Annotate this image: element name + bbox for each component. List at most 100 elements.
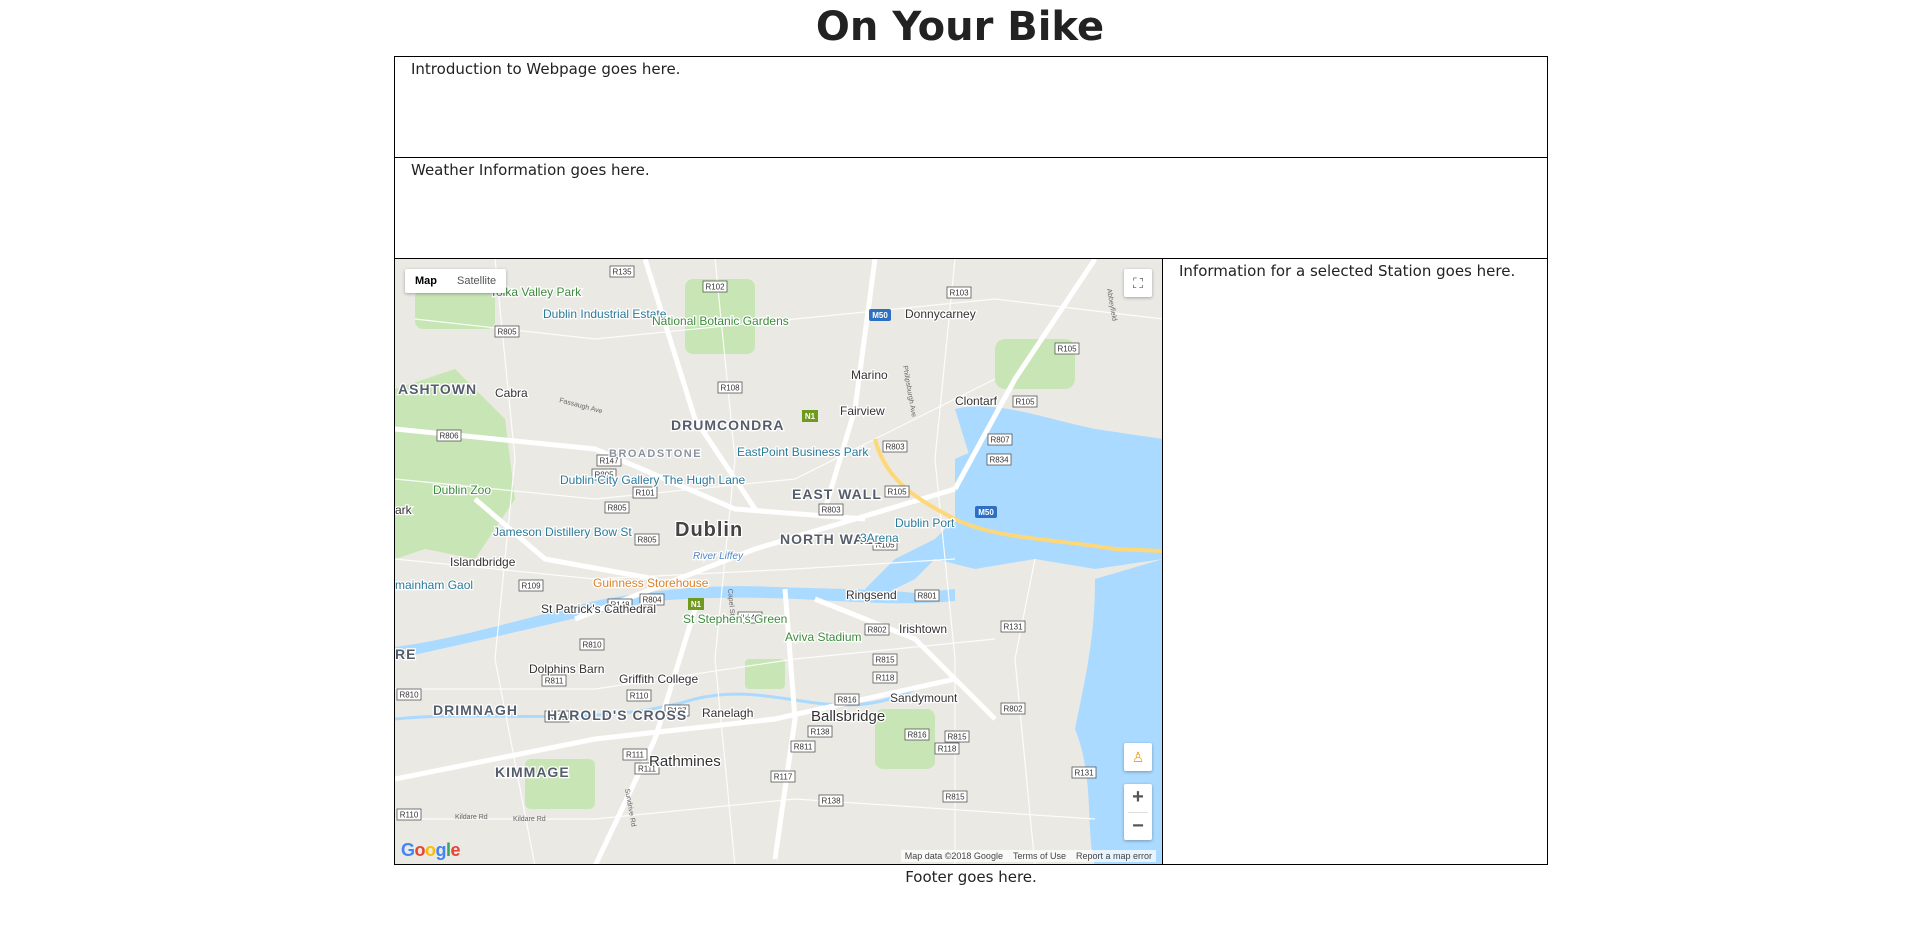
- map-label: 3Arena: [860, 531, 899, 545]
- svg-text:R109: R109: [521, 582, 541, 591]
- pegman-icon[interactable]: ♙: [1124, 743, 1152, 771]
- svg-text:R117: R117: [774, 773, 793, 782]
- road-shield: R109: [518, 579, 544, 592]
- street-label: Kildare Rd: [513, 816, 546, 823]
- weather-section: Weather Information goes here.: [394, 157, 1548, 259]
- svg-text:R101: R101: [635, 489, 655, 498]
- map-label: Fairview: [840, 404, 885, 418]
- map-attribution: Map data ©2018 Google Terms of Use Repor…: [900, 850, 1156, 862]
- road-shield: R805: [604, 501, 630, 514]
- google-logo: Google: [401, 840, 461, 861]
- road-shield: R108: [717, 381, 743, 394]
- road-shield: R138: [818, 794, 844, 807]
- map-label: River Liffey: [693, 551, 744, 562]
- map-label: EAST WALL: [792, 486, 882, 502]
- road-shield: R816: [834, 693, 860, 706]
- map-label: Donnycarney: [905, 307, 976, 321]
- svg-text:R807: R807: [990, 436, 1010, 445]
- map-label: Rathmines: [649, 753, 721, 770]
- map-label: RE: [395, 646, 416, 662]
- svg-text:N1: N1: [805, 412, 816, 421]
- svg-text:R118: R118: [876, 674, 895, 683]
- intro-text: Introduction to Webpage goes here.: [411, 60, 681, 78]
- map-label: BROADSTONE: [609, 448, 702, 460]
- map-label: Marino: [851, 368, 888, 382]
- map-canvas[interactable]: R135R102R103R805R108R806R147R805R101R805…: [395, 259, 1163, 864]
- svg-text:R105: R105: [1015, 398, 1035, 407]
- road-shield: R801: [914, 589, 940, 602]
- motorway-shield: M50: [869, 309, 891, 321]
- svg-text:R810: R810: [399, 691, 419, 700]
- svg-text:R802: R802: [867, 626, 887, 635]
- svg-text:R815: R815: [945, 793, 965, 802]
- svg-text:R803: R803: [885, 443, 905, 452]
- map-label: Irishtown: [899, 622, 947, 636]
- google-logo-letter: e: [450, 840, 461, 860]
- zoom-out-icon[interactable]: −: [1124, 813, 1152, 841]
- map-label: Griffith College: [619, 672, 698, 686]
- map-label: Aviva Stadium: [785, 630, 861, 644]
- road-shield: R105: [1012, 395, 1038, 408]
- svg-text:R105: R105: [1057, 345, 1077, 354]
- svg-text:R102: R102: [705, 283, 725, 292]
- road-shield: R138: [807, 725, 833, 738]
- road-shield: R803: [818, 503, 844, 516]
- map-container[interactable]: R135 R102 R103 R805 R108 R806 R147 R805 R101 R805…: [395, 259, 1163, 864]
- svg-text:R834: R834: [989, 456, 1009, 465]
- road-shield: R811: [790, 740, 816, 753]
- google-logo-letter: o: [414, 840, 426, 860]
- map-and-station-row: R135 R102 R103 R805 R108 R806 R147 R805 R101 R805…: [394, 258, 1548, 865]
- svg-text:R815: R815: [947, 733, 967, 742]
- svg-text:R138: R138: [821, 797, 841, 806]
- street-label: Kildare Rd: [455, 814, 488, 821]
- map-label: Ringsend: [846, 588, 897, 602]
- road-shield: R807: [987, 433, 1013, 446]
- svg-text:R816: R816: [907, 731, 927, 740]
- map-type-satellite-button[interactable]: Satellite: [447, 269, 506, 293]
- terms-of-use-link[interactable]: Terms of Use: [1013, 851, 1066, 861]
- report-map-error-link[interactable]: Report a map error: [1076, 851, 1152, 861]
- road-shield: R111: [622, 748, 648, 761]
- road-shield: R105: [884, 485, 910, 498]
- road-shield: R101: [632, 486, 658, 499]
- intro-section: Introduction to Webpage goes here.: [394, 56, 1548, 158]
- road-shield: R118: [872, 671, 898, 684]
- national-road-shield: N1: [802, 410, 818, 422]
- svg-text:R811: R811: [545, 677, 564, 686]
- svg-text:R110: R110: [400, 811, 419, 820]
- svg-text:R131: R131: [1003, 623, 1023, 632]
- map-data-credit: Map data ©2018 Google: [904, 851, 1003, 861]
- road-shield: R135: [609, 265, 635, 278]
- map-label: DRIMNAGH: [433, 702, 518, 718]
- svg-text:R110: R110: [630, 692, 649, 701]
- map-label: ASHTOWN: [398, 381, 477, 397]
- map-label: Clontarf: [955, 394, 998, 408]
- road-shield: R105: [1054, 342, 1080, 355]
- road-shield: R103: [946, 286, 972, 299]
- road-shield: R131: [1071, 766, 1097, 779]
- station-info-panel: Information for a selected Station goes …: [1163, 259, 1547, 864]
- map-label: KIMMAGE: [495, 764, 570, 780]
- svg-text:R816: R816: [837, 696, 857, 705]
- road-shield: R802: [1000, 702, 1026, 715]
- map-label: Dublin: [675, 519, 743, 541]
- svg-text:R118: R118: [938, 745, 957, 754]
- svg-text:N1: N1: [691, 600, 702, 609]
- map-label: Ranelagh: [702, 706, 753, 720]
- svg-text:M50: M50: [872, 311, 888, 320]
- road-shield: R815: [942, 790, 968, 803]
- map-label: Jameson Distillery Bow St: [493, 525, 632, 539]
- svg-text:M50: M50: [978, 508, 994, 517]
- road-shield: R110: [396, 808, 422, 821]
- weather-text: Weather Information goes here.: [411, 161, 650, 179]
- map-label: Islandbridge: [450, 555, 516, 569]
- zoom-in-icon[interactable]: +: [1124, 784, 1152, 812]
- map-label: DRUMCONDRA: [671, 417, 784, 433]
- road-shield: R805: [494, 325, 520, 338]
- map-label: Dublin City Gallery The Hugh Lane: [560, 473, 746, 487]
- svg-text:R108: R108: [720, 384, 740, 393]
- google-logo-letter: g: [435, 840, 447, 860]
- map-type-map-button[interactable]: Map: [405, 269, 447, 293]
- map-label: National Botanic Gardens: [652, 314, 789, 328]
- fullscreen-icon[interactable]: ⛶: [1124, 269, 1152, 297]
